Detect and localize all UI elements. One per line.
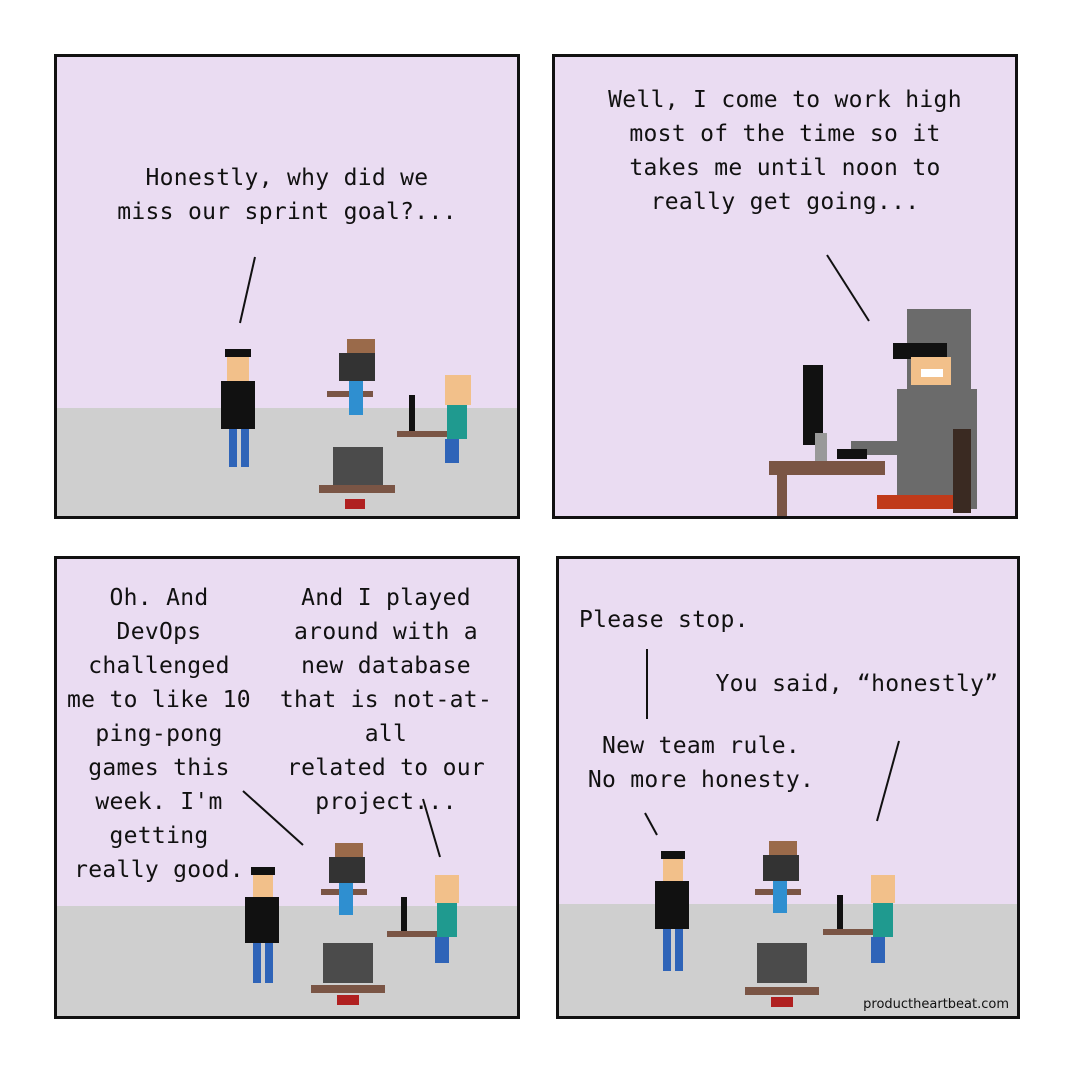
manager-speech: New team rule. No more honesty.	[587, 733, 815, 793]
ponytail-dev-speech: Please stop.	[579, 607, 749, 633]
comic-panel-1: Honestly, why did we miss our sprint goa…	[54, 54, 520, 519]
ponytail-dev-speech: Oh. And DevOps challenged me to like 10 …	[67, 585, 251, 883]
sunglasses-dev-speech: Well, I come to work high most of the ti…	[608, 87, 962, 215]
glasses-dev-speech: You said, “honestly”	[715, 671, 999, 697]
comic-panel-4: Please stop. You said, “honestly” New te…	[556, 556, 1020, 1019]
glasses-dev-figure	[823, 875, 895, 963]
credit-text: productheartbeat.com	[863, 997, 1009, 1012]
manager-figure	[655, 851, 689, 971]
ponytail-dev-figure	[319, 339, 395, 509]
glasses-dev-speech: And I played around with a new database …	[279, 585, 493, 815]
panel-1-art	[221, 256, 471, 509]
ponytail-dev-figure	[745, 841, 819, 1007]
glasses-dev-figure	[397, 375, 471, 463]
ponytail-dev-figure	[311, 843, 385, 1005]
computer-monitor	[803, 365, 827, 465]
desk	[769, 461, 885, 516]
speech-line	[876, 740, 900, 822]
speech-line	[826, 254, 870, 322]
comic-panel-3: Oh. And DevOps challenged me to like 10 …	[54, 556, 520, 1019]
manager-speech: Honestly, why did we miss our sprint goa…	[117, 165, 457, 225]
speech-line	[644, 812, 658, 836]
sunglasses-dev-figure	[837, 309, 977, 513]
manager-figure	[221, 349, 255, 467]
glasses-dev-figure	[387, 875, 459, 963]
speech-line	[239, 256, 256, 324]
comic-panel-2: Well, I come to work high most of the ti…	[552, 54, 1018, 519]
